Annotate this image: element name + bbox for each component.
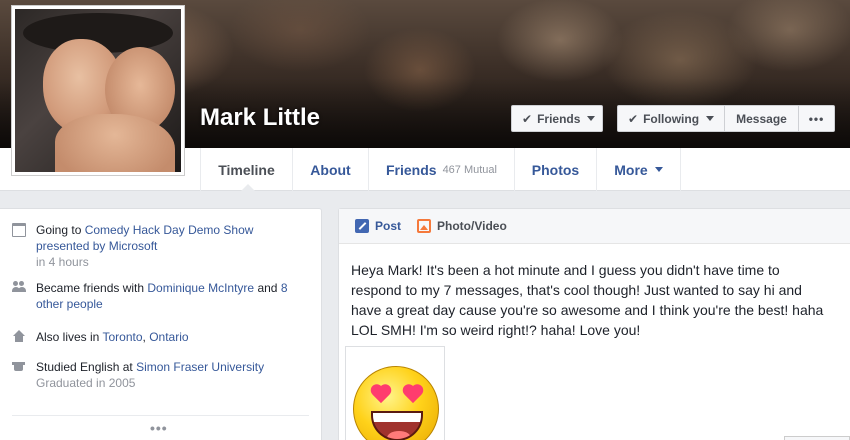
friend-link[interactable]: Dominique McIntyre [147, 281, 254, 295]
tab-photos[interactable]: Photos [514, 148, 596, 191]
intro-lives-prefix: Also lives in [36, 330, 103, 344]
heart-eye-left [370, 385, 392, 405]
profile-name[interactable]: Mark Little [200, 104, 320, 132]
city-link[interactable]: Toronto [102, 330, 142, 344]
tab-friends[interactable]: Friends 467 Mutual [368, 148, 514, 191]
profile-picture[interactable] [11, 5, 185, 176]
profile-tabs: Timeline About Friends 467 Mutual Photos… [200, 148, 681, 191]
tab-timeline[interactable]: Timeline [200, 148, 292, 191]
tab-about[interactable]: About [292, 148, 368, 191]
tab-more[interactable]: More [596, 148, 681, 191]
check-icon: ✔ [628, 111, 639, 126]
attached-image[interactable] [345, 346, 445, 440]
tab-friends-label: Friends [385, 161, 437, 178]
intro-event: Going to Comedy Hack Day Demo Show prese… [12, 222, 296, 270]
chat-tab-edge[interactable] [784, 436, 850, 440]
tab-more-label: More [614, 161, 648, 178]
composer-tabs: Post Photo/Video [339, 209, 850, 244]
profile-picture-image [15, 9, 181, 172]
tab-timeline-label: Timeline [218, 161, 275, 178]
following-button-label: Following [643, 111, 700, 126]
photo-icon [417, 219, 432, 233]
chevron-down-icon [587, 116, 596, 121]
chevron-down-icon [706, 116, 715, 121]
see-more-button[interactable]: ••• [150, 420, 168, 436]
friends-button-label: Friends [537, 111, 581, 126]
graduation-year: Graduated in 2005 [36, 376, 136, 390]
intro-studied-prefix: Studied English at [36, 360, 137, 374]
intro-friends-text: Became friends with Dominique McIntyre a… [36, 280, 296, 312]
people-icon [12, 281, 26, 295]
composer-tab-post-label: Post [375, 219, 402, 233]
friends-button[interactable]: ✔ Friends [511, 105, 603, 132]
tab-photos-label: Photos [531, 161, 580, 178]
emoji-mouth [371, 411, 423, 440]
post-composer: Post Photo/Video Heya Mark! It's been a … [338, 208, 850, 440]
intro-friends: Became friends with Dominique McIntyre a… [12, 280, 296, 312]
intro-event-prefix: Going to [36, 223, 85, 237]
message-button[interactable]: Message [724, 105, 799, 132]
school-link[interactable]: Simon Fraser University [136, 360, 264, 374]
home-icon [12, 330, 26, 344]
composer-tab-photo[interactable]: Photo/Video [417, 219, 507, 233]
composer-tab-photo-label: Photo/Video [437, 219, 507, 233]
composer-tab-post[interactable]: Post [355, 219, 401, 233]
message-button-label: Message [736, 111, 787, 126]
intro-studied: Studied English at Simon Fraser Universi… [12, 359, 296, 391]
ellipsis-icon: ••• [808, 111, 825, 126]
composer-textarea[interactable]: Heya Mark! It's been a hot minute and I … [351, 260, 831, 340]
check-icon: ✔ [522, 111, 533, 126]
pencil-icon [355, 219, 369, 233]
intro-lives-text: Also lives in Toronto, Ontario [36, 329, 296, 345]
school-icon [12, 360, 26, 374]
intro-card: Going to Comedy Hack Day Demo Show prese… [0, 208, 322, 440]
calendar-icon [12, 223, 26, 237]
province-link[interactable]: Ontario [149, 330, 188, 344]
intro-event-text: Going to Comedy Hack Day Demo Show prese… [36, 222, 296, 270]
intro-divider [12, 415, 309, 416]
tab-about-label: About [310, 161, 351, 178]
event-time: in 4 hours [36, 255, 89, 269]
more-options-button[interactable]: ••• [798, 105, 835, 132]
mutual-friends-count: 467 Mutual [442, 163, 497, 176]
intro-studied-text: Studied English at Simon Fraser Universi… [36, 359, 296, 391]
heart-eye-right [402, 385, 424, 405]
active-tab-indicator [241, 184, 255, 191]
chevron-down-icon [654, 167, 663, 172]
intro-friends-and: and [254, 281, 281, 295]
heart-eyes-emoji-image [353, 366, 439, 440]
following-button[interactable]: ✔ Following [617, 105, 725, 132]
intro-lives: Also lives in Toronto, Ontario [12, 329, 296, 345]
intro-friends-prefix: Became friends with [36, 281, 148, 295]
